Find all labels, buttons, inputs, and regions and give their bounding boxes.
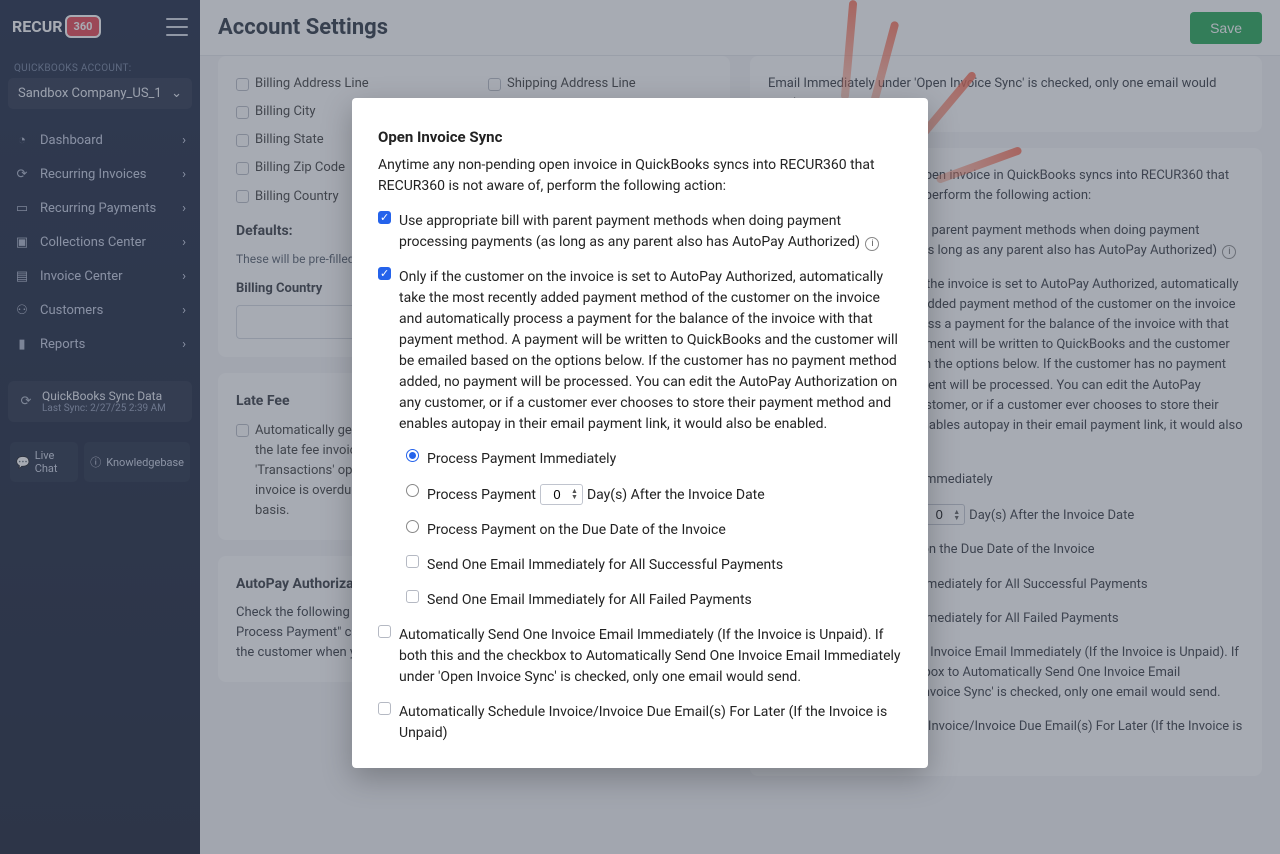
info-icon[interactable]: i [865, 237, 879, 251]
radio-due-date[interactable] [406, 520, 419, 533]
checkbox-auto-send[interactable] [378, 625, 391, 638]
days-input[interactable]: ▲▼ [540, 484, 583, 505]
radio-days-after[interactable] [406, 484, 419, 497]
modal-opt3: Process Payment on the Due Date of the I… [427, 520, 726, 541]
modal-chk2: Send One Email Immediately for All Faile… [427, 590, 752, 611]
modal-only-if: Only if the customer on the invoice is s… [399, 267, 902, 435]
checkbox-email-success[interactable] [406, 555, 419, 568]
modal-chk1: Send One Email Immediately for All Succe… [427, 555, 783, 576]
radio-immediate[interactable] [406, 449, 419, 462]
modal-opt2: Process Payment▲▼Day(s) After the Invoic… [427, 484, 765, 506]
modal-chk4: Automatically Schedule Invoice/Invoice D… [399, 702, 902, 744]
modal-use-parent: Use appropriate bill with parent payment… [399, 211, 902, 253]
open-invoice-sync-modal: Open Invoice Sync Anytime any non-pendin… [352, 98, 928, 768]
modal-title: Open Invoice Sync [378, 126, 902, 149]
modal-chk3: Automatically Send One Invoice Email Imm… [399, 625, 902, 688]
checkbox-auto-schedule[interactable] [378, 702, 391, 715]
stepper-icon[interactable]: ▲▼ [571, 488, 578, 500]
checkbox-email-failed[interactable] [406, 590, 419, 603]
checkbox-use-parent[interactable] [378, 211, 391, 224]
modal-opt1: Process Payment Immediately [427, 449, 616, 470]
modal-intro: Anytime any non-pending open invoice in … [378, 155, 902, 197]
checkbox-only-if[interactable] [378, 267, 391, 280]
